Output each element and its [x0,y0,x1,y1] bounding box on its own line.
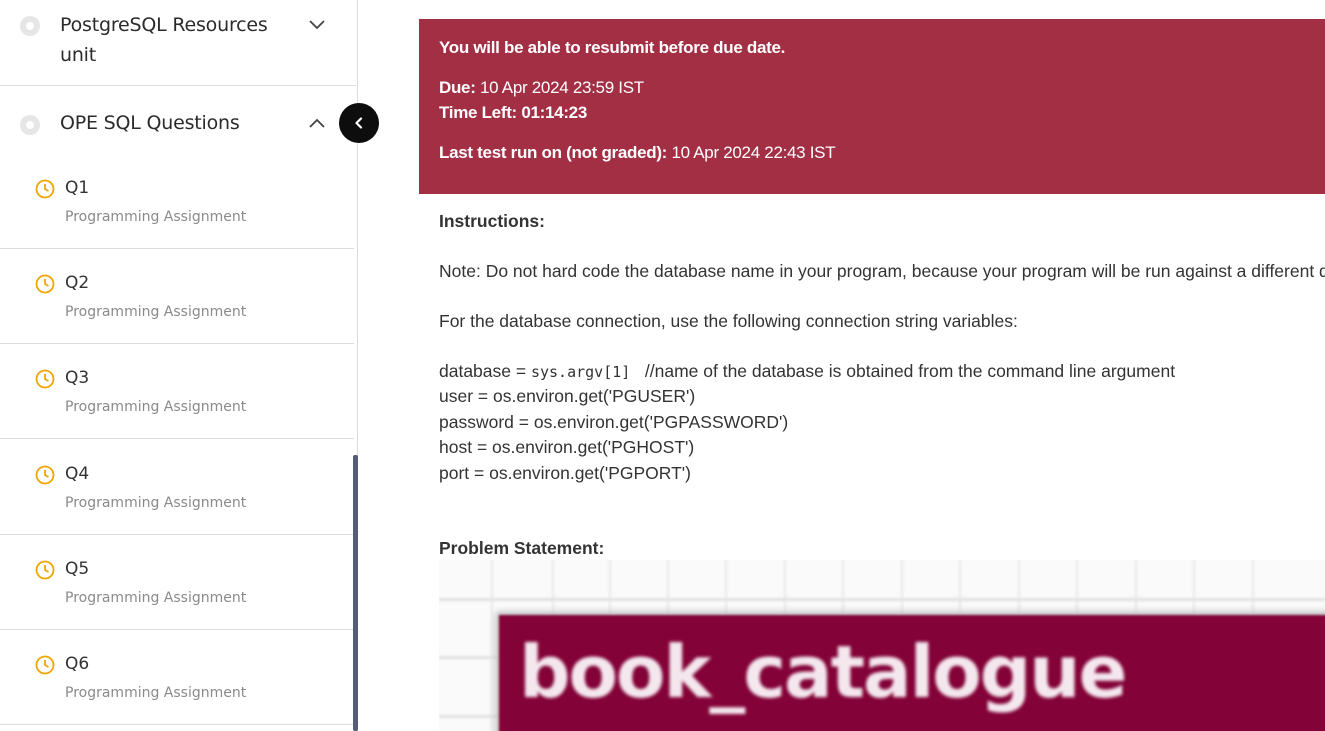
chevron-up-icon[interactable] [306,112,328,134]
unit-postgresql-resources[interactable]: PostgreSQL Resources unit [0,0,356,86]
unit-status-icon [20,16,40,36]
item-type: Programming Assignment [65,399,247,415]
instructions-heading: Instructions: [439,211,545,231]
due-date: Due: 10 Apr 2024 23:59 IST [439,78,644,98]
unit-title: OPE SQL Questions [60,112,240,134]
time-left-label: Time Left: [439,103,517,122]
unit-status-icon [20,115,40,135]
host-line: host = os.environ.get('PGHOST') [439,437,695,457]
unit-title: PostgreSQL Resources unit [60,10,268,70]
unit-title-line2: unit [60,44,97,66]
item-type: Programming Assignment [65,495,247,511]
clock-icon [34,178,56,200]
clock-icon [34,273,56,295]
item-label: Q5 [65,559,90,579]
table-name-label: book_catalogue [519,630,1127,714]
problem-heading: Problem Statement: [439,538,605,558]
item-label: Q2 [65,273,90,293]
db-code: sys.argv[1] [530,363,631,381]
sidebar-item-q4[interactable]: Q4 Programming Assignment [0,439,354,535]
sidebar-scrollbar[interactable] [353,455,358,731]
chevron-down-icon[interactable] [306,14,328,36]
sidebar: PostgreSQL Resources unit OPE SQL Questi… [0,0,358,731]
last-run-label: Last test run on (not graded): [439,143,668,162]
clock-icon [34,559,56,581]
database-line: database = sys.argv[1] //name of the dat… [439,361,1175,382]
time-left: Time Left: 01:14:23 [439,103,587,123]
port-line: port = os.environ.get('PGPORT') [439,463,691,483]
item-label: Q1 [65,178,90,198]
submission-status-banner: You will be able to resubmit before due … [419,19,1325,194]
last-run-value: 10 Apr 2024 22:43 IST [667,143,836,162]
due-value: 10 Apr 2024 23:59 IST [475,78,644,97]
sidebar-item-q1[interactable]: Q1 Programming Assignment [0,154,354,249]
sidebar-item-q2[interactable]: Q2 Programming Assignment [0,249,354,344]
item-type: Programming Assignment [65,209,247,225]
resubmit-notice: You will be able to resubmit before due … [439,38,786,57]
item-type: Programming Assignment [65,304,247,320]
due-label: Due: [439,78,476,97]
unit-title-line1: PostgreSQL Resources [60,14,268,36]
last-test-run: Last test run on (not graded): 10 Apr 20… [439,143,836,163]
clock-icon [34,368,56,390]
db-comment: //name of the database is obtained from … [630,361,1176,381]
instructions-note: Note: Do not hard code the database name… [439,261,1325,281]
clock-icon [34,464,56,486]
problem-diagram-image: book_catalogue [439,560,1325,731]
connection-intro: For the database connection, use the fol… [439,311,1018,331]
sidebar-item-q5[interactable]: Q5 Programming Assignment [0,535,354,630]
password-line: password = os.environ.get('PGPASSWORD') [439,412,789,432]
item-type: Programming Assignment [65,685,247,701]
unit-ope-sql-questions[interactable]: OPE SQL Questions [0,86,356,162]
sidebar-item-q3[interactable]: Q3 Programming Assignment [0,344,354,439]
clock-icon [34,654,56,676]
user-line: user = os.environ.get('PGUSER') [439,386,696,406]
item-type: Programming Assignment [65,590,247,606]
chevron-left-icon [355,117,363,129]
item-label: Q6 [65,654,90,674]
time-left-value: 01:14:23 [516,103,587,122]
item-label: Q3 [65,368,90,388]
collapse-sidebar-button[interactable] [339,103,379,143]
item-label: Q4 [65,464,90,484]
sidebar-item-q6[interactable]: Q6 Programming Assignment [0,630,354,725]
db-prefix: database = [439,361,531,381]
